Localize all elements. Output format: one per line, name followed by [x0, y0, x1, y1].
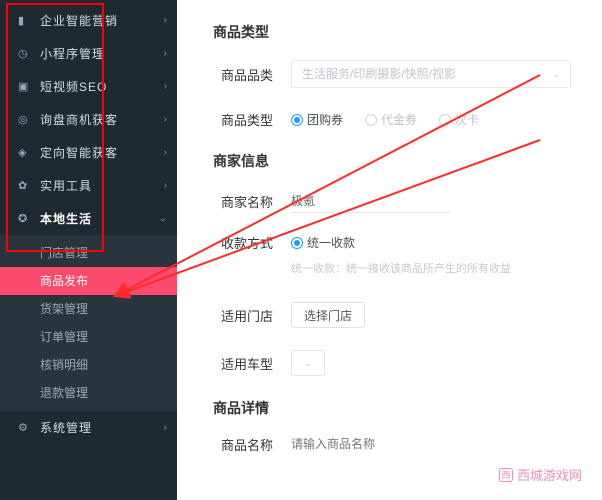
- radio-groupbuy[interactable]: 团购券: [291, 111, 343, 128]
- row-product-category: 商品品类 生活服务/印刷摄影/快照/视影 ⌄: [213, 60, 574, 88]
- main-menu: ▮ 企业智能营销 › ◷ 小程序管理 › ▣ 短视频SEO › ◎ 询盘商机获客…: [0, 0, 177, 444]
- section-title-merchant: 商家信息: [213, 151, 574, 171]
- chevron-down-icon: ⌄: [552, 61, 560, 87]
- sidebar: ▮ 企业智能营销 › ◷ 小程序管理 › ▣ 短视频SEO › ◎ 询盘商机获客…: [0, 0, 177, 500]
- label-product-name: 商品名称: [213, 435, 273, 454]
- radio-label: 次卡: [455, 111, 479, 128]
- video-icon: ▣: [18, 80, 32, 93]
- menu-item-inquiry[interactable]: ◎ 询盘商机获客 ›: [0, 103, 177, 136]
- select-store-button[interactable]: 选择门店: [291, 302, 365, 328]
- radio-unified[interactable]: 统一收款: [291, 234, 355, 251]
- label-collection: 收款方式: [213, 233, 273, 252]
- system-icon: ⚙: [18, 421, 32, 434]
- menu-item-marketing[interactable]: ▮ 企业智能营销 ›: [0, 4, 177, 37]
- menu-label: 定向智能获客: [40, 144, 164, 161]
- helper-collection: 统一收款：统一接收该商品所产生的所有收益: [291, 260, 574, 276]
- label-product-type: 商品类型: [213, 110, 273, 129]
- sub-item-product-publish[interactable]: 商品发布: [0, 267, 177, 295]
- radio-ring-icon: [439, 114, 451, 126]
- menu-item-tools[interactable]: ✿ 实用工具 ›: [0, 169, 177, 202]
- sub-item-refund[interactable]: 退款管理: [0, 379, 177, 407]
- menu-item-locallife[interactable]: ✪ 本地生活 ⌄: [0, 202, 177, 235]
- chevron-right-icon: ›: [164, 114, 167, 125]
- sub-item-store[interactable]: 门店管理: [0, 239, 177, 267]
- chevron-right-icon: ›: [164, 48, 167, 59]
- select-product-category[interactable]: 生活服务/印刷摄影/快照/视影 ⌄: [291, 60, 571, 88]
- radio-ring-icon: [291, 114, 303, 126]
- target-icon: ◈: [18, 146, 32, 159]
- chart-icon: ▮: [18, 14, 32, 27]
- radio-card[interactable]: 次卡: [439, 111, 479, 128]
- radio-ring-icon: [365, 114, 377, 126]
- menu-label: 系统管理: [40, 419, 164, 436]
- location-icon: ✪: [18, 212, 32, 225]
- menu-label: 本地生活: [40, 210, 159, 227]
- sub-item-shelf[interactable]: 货架管理: [0, 295, 177, 323]
- menu-label: 小程序管理: [40, 45, 164, 62]
- chevron-right-icon: ›: [164, 180, 167, 191]
- radio-voucher[interactable]: 代金券: [365, 111, 417, 128]
- submenu-locallife: 门店管理 商品发布 货架管理 订单管理 核销明细 退款管理: [0, 235, 177, 411]
- gear-icon: ◷: [18, 47, 32, 60]
- menu-item-miniprogram[interactable]: ◷ 小程序管理 ›: [0, 37, 177, 70]
- chevron-right-icon: ›: [164, 15, 167, 26]
- watermark-logo-icon: 西: [499, 468, 513, 482]
- label-product-category: 商品品类: [213, 65, 273, 84]
- chevron-down-icon: ⌄: [304, 358, 312, 369]
- chevron-right-icon: ›: [164, 147, 167, 158]
- label-car: 适用车型: [213, 354, 273, 373]
- radio-ring-icon: [291, 237, 303, 249]
- menu-label: 短视频SEO: [40, 78, 164, 95]
- tool-icon: ✿: [18, 179, 32, 192]
- label-store: 适用门店: [213, 306, 273, 325]
- menu-item-target[interactable]: ◈ 定向智能获客 ›: [0, 136, 177, 169]
- radio-label: 团购券: [307, 111, 343, 128]
- inquiry-icon: ◎: [18, 113, 32, 126]
- sub-item-verify[interactable]: 核销明细: [0, 351, 177, 379]
- select-placeholder: 生活服务/印刷摄影/快照/视影: [302, 61, 456, 87]
- radio-group-product-type: 团购券 代金券 次卡: [291, 111, 479, 128]
- sub-item-order[interactable]: 订单管理: [0, 323, 177, 351]
- row-merchant-name: 商家名称: [213, 189, 574, 213]
- row-store: 适用门店 选择门店: [213, 302, 574, 328]
- label-merchant-name: 商家名称: [213, 192, 273, 211]
- menu-label: 实用工具: [40, 177, 164, 194]
- row-collection: 收款方式 统一收款: [213, 233, 574, 252]
- menu-item-system[interactable]: ⚙ 系统管理 ›: [0, 411, 177, 444]
- radio-label: 代金券: [381, 111, 417, 128]
- menu-label: 询盘商机获客: [40, 111, 164, 128]
- row-car: 适用车型 ⌄: [213, 350, 574, 376]
- chevron-down-icon: ⌄: [159, 213, 167, 224]
- section-title-detail: 商品详情: [213, 398, 574, 418]
- section-title-product-type: 商品类型: [213, 22, 574, 42]
- input-product-name[interactable]: [291, 432, 491, 456]
- chevron-right-icon: ›: [164, 422, 167, 433]
- input-merchant-name[interactable]: [291, 189, 451, 213]
- chevron-right-icon: ›: [164, 81, 167, 92]
- select-car[interactable]: ⌄: [291, 350, 325, 376]
- row-product-name: 商品名称: [213, 432, 574, 456]
- radio-group-collection: 统一收款: [291, 234, 355, 251]
- watermark-text: 西城游戏网: [517, 465, 582, 484]
- menu-label: 企业智能营销: [40, 12, 164, 29]
- main-content: 商品类型 商品品类 生活服务/印刷摄影/快照/视影 ⌄ 商品类型 团购券 代金券: [177, 0, 602, 500]
- watermark: 西 西城游戏网: [493, 463, 588, 486]
- row-product-type: 商品类型 团购券 代金券 次卡: [213, 110, 574, 129]
- menu-item-shortvideo[interactable]: ▣ 短视频SEO ›: [0, 70, 177, 103]
- radio-label: 统一收款: [307, 234, 355, 251]
